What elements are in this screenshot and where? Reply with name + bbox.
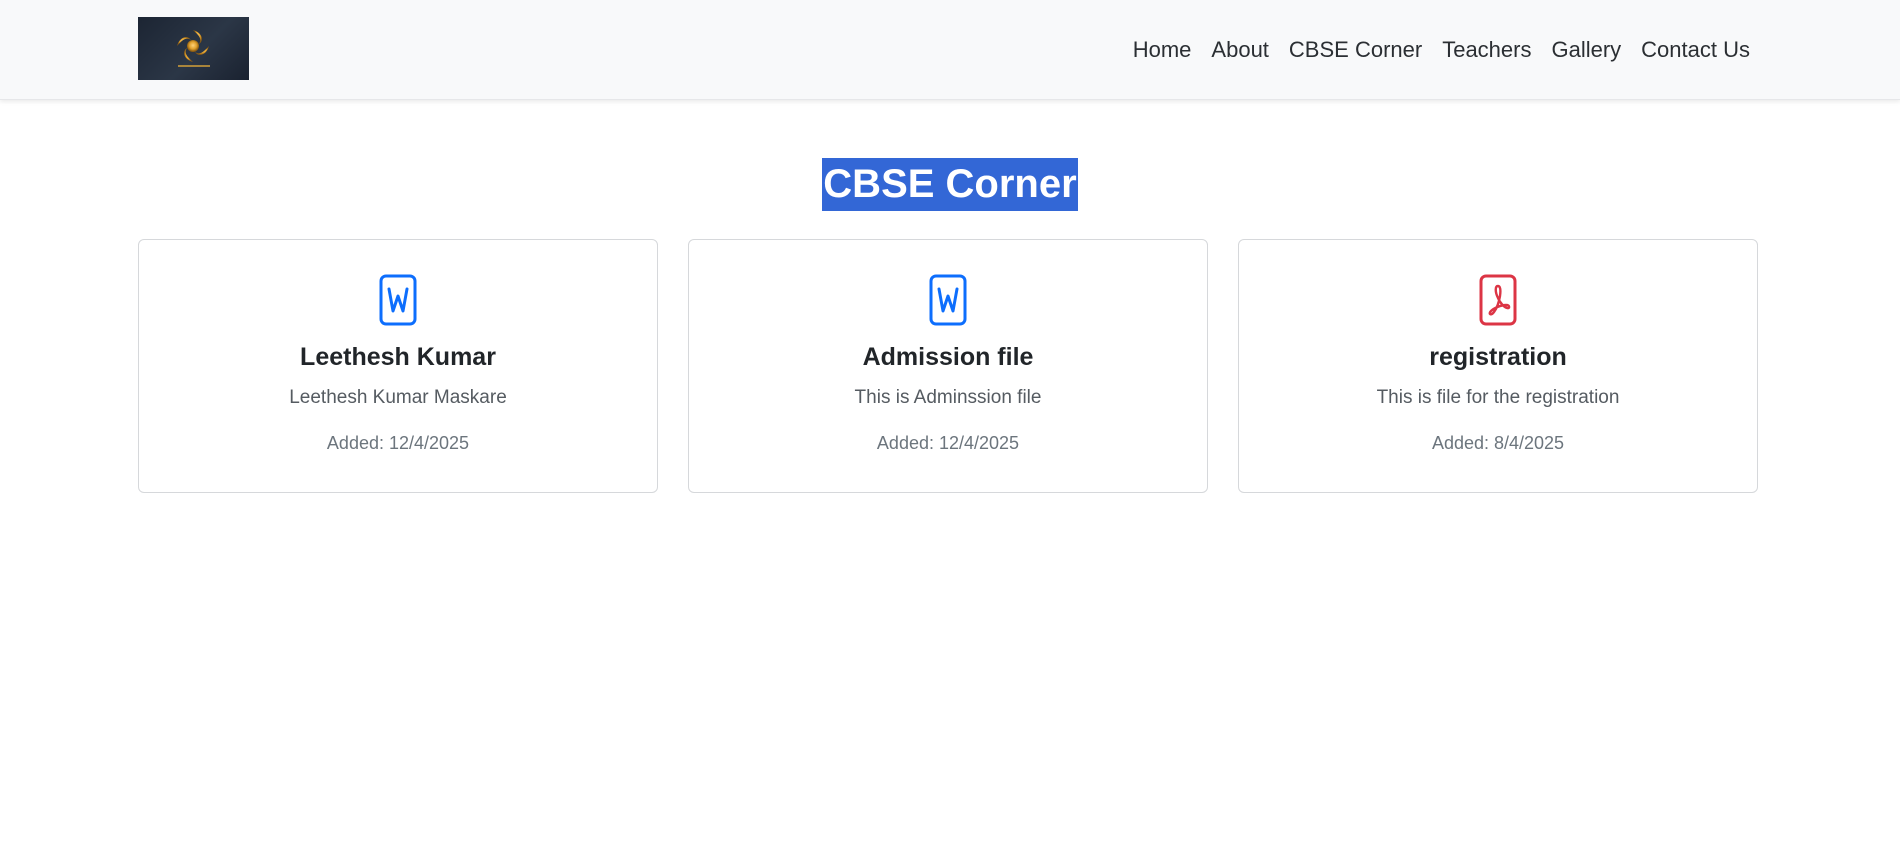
word-file-icon (379, 274, 417, 326)
file-card[interactable]: registration This is file for the regist… (1238, 239, 1758, 493)
nav-link-contact-us[interactable]: Contact Us (1631, 37, 1760, 63)
file-card[interactable]: Admission file This is Adminssion file A… (688, 239, 1208, 493)
file-title: Admission file (862, 343, 1034, 371)
file-title: Leethesh Kumar (300, 343, 496, 371)
navbar: Home About CBSE Corner Teachers Gallery … (0, 0, 1900, 100)
file-added-date: Added: 12/4/2025 (876, 433, 1020, 453)
nav-link-teachers[interactable]: Teachers (1432, 37, 1541, 63)
page-title: CBSE Corner (822, 158, 1078, 211)
word-file-icon (929, 274, 967, 326)
nav-link-about[interactable]: About (1201, 37, 1279, 63)
file-card-list: Leethesh Kumar Leethesh Kumar Maskare Ad… (138, 239, 1759, 493)
file-description: This is file for the registration (1376, 387, 1620, 408)
file-added-date: Added: 12/4/2025 (326, 433, 470, 453)
page-title-container: CBSE Corner (0, 158, 1900, 211)
file-description: Leethesh Kumar Maskare (289, 387, 507, 408)
main-nav: Home About CBSE Corner Teachers Gallery … (1123, 0, 1760, 100)
nav-link-home[interactable]: Home (1123, 37, 1202, 63)
file-title: registration (1429, 343, 1567, 371)
file-added-date: Added: 8/4/2025 (1431, 433, 1565, 453)
school-logo[interactable] (138, 17, 249, 80)
file-description: This is Adminssion file (854, 387, 1042, 408)
nav-link-cbse-corner[interactable]: CBSE Corner (1279, 37, 1432, 63)
file-card[interactable]: Leethesh Kumar Leethesh Kumar Maskare Ad… (138, 239, 658, 493)
nav-link-gallery[interactable]: Gallery (1541, 37, 1631, 63)
pdf-file-icon (1479, 274, 1517, 326)
